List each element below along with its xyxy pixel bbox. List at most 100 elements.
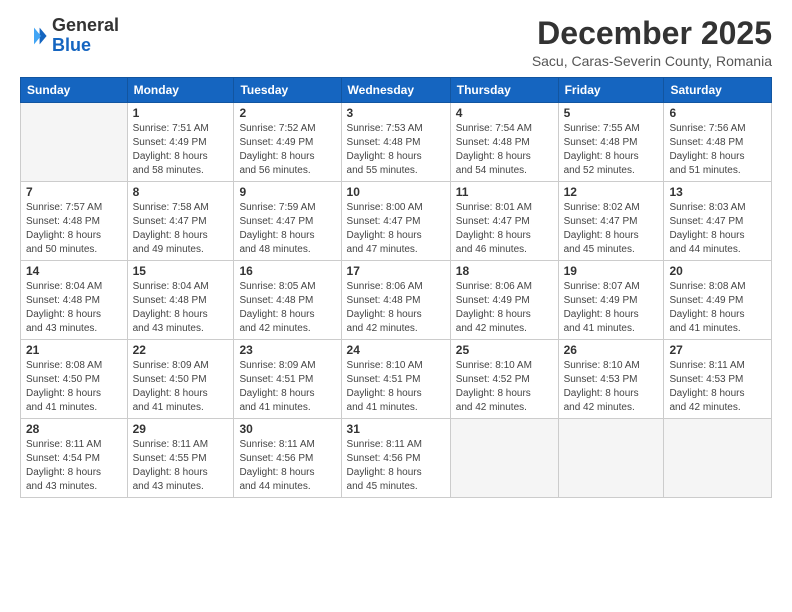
calendar-day-cell: 19Sunrise: 8:07 AMSunset: 4:49 PMDayligh… bbox=[558, 261, 664, 340]
calendar-day-cell: 23 Sunrise: 8:09 AMSunset: 4:51 PMDayligh… bbox=[234, 340, 341, 419]
calendar-day-cell: 1 Sunrise: 7:51 AMSunset: 4:49 PMDaylight… bbox=[127, 103, 234, 182]
day-info: Sunrise: 7:52 AMSunset: 4:49 PMDaylight:… bbox=[239, 122, 335, 178]
calendar-day-cell: 16 Sunrise: 8:05 AMSunset: 4:48 PMDayligh… bbox=[234, 261, 341, 340]
day-info: Sunrise: 7:59 AMSunset: 4:47 PMDaylight:… bbox=[239, 201, 335, 257]
page: General Blue December 2025 Sacu, Caras-S… bbox=[0, 0, 792, 612]
day-info: Sunrise: 8:11 AMSunset: 4:56 PMDaylight:… bbox=[347, 438, 445, 494]
calendar-header-row: SundayMondayTuesdayWednesdayThursdayFrid… bbox=[21, 78, 772, 103]
calendar: SundayMondayTuesdayWednesdayThursdayFrid… bbox=[20, 77, 772, 498]
calendar-day-cell: 14 Sunrise: 8:04 AMSunset: 4:48 PMDayligh… bbox=[21, 261, 128, 340]
day-info: Sunrise: 8:05 AMSunset: 4:48 PMDaylight:… bbox=[239, 280, 335, 336]
day-number: 8 bbox=[133, 185, 229, 199]
day-info: Sunrise: 8:04 AMSunset: 4:48 PMDaylight:… bbox=[133, 280, 229, 336]
day-info: Sunrise: 8:10 AMSunset: 4:52 PMDaylight:… bbox=[456, 359, 553, 415]
day-info: Sunrise: 8:11 AMSunset: 4:55 PMDaylight:… bbox=[133, 438, 229, 494]
day-number: 29 bbox=[133, 422, 229, 436]
calendar-day-header: Monday bbox=[127, 78, 234, 103]
calendar-day-cell: 30 Sunrise: 8:11 AMSunset: 4:56 PMDayligh… bbox=[234, 419, 341, 498]
day-number: 21 bbox=[26, 343, 122, 357]
calendar-week-row: 14 Sunrise: 8:04 AMSunset: 4:48 PMDayligh… bbox=[21, 261, 772, 340]
calendar-day-cell: 15 Sunrise: 8:04 AMSunset: 4:48 PMDayligh… bbox=[127, 261, 234, 340]
calendar-day-cell: 9 Sunrise: 7:59 AMSunset: 4:47 PMDaylight… bbox=[234, 182, 341, 261]
calendar-day-cell: 25 Sunrise: 8:10 AMSunset: 4:52 PMDayligh… bbox=[450, 340, 558, 419]
day-number: 19 bbox=[564, 264, 659, 278]
day-info: Sunrise: 7:56 AMSunset: 4:48 PMDaylight:… bbox=[669, 122, 766, 178]
day-number: 4 bbox=[456, 106, 553, 120]
day-number: 25 bbox=[456, 343, 553, 357]
day-info: Sunrise: 7:53 AMSunset: 4:48 PMDaylight:… bbox=[347, 122, 445, 178]
day-info: Sunrise: 7:58 AMSunset: 4:47 PMDaylight:… bbox=[133, 201, 229, 257]
day-info: Sunrise: 8:01 AMSunset: 4:47 PMDaylight:… bbox=[456, 201, 553, 257]
day-info: Sunrise: 8:08 AMSunset: 4:50 PMDaylight:… bbox=[26, 359, 122, 415]
day-number: 16 bbox=[239, 264, 335, 278]
main-title: December 2025 bbox=[532, 16, 772, 51]
day-number: 24 bbox=[347, 343, 445, 357]
day-info: Sunrise: 7:54 AMSunset: 4:48 PMDaylight:… bbox=[456, 122, 553, 178]
calendar-day-cell: 21 Sunrise: 8:08 AMSunset: 4:50 PMDayligh… bbox=[21, 340, 128, 419]
calendar-day-cell: 5 Sunrise: 7:55 AMSunset: 4:48 PMDaylight… bbox=[558, 103, 664, 182]
calendar-week-row: 1 Sunrise: 7:51 AMSunset: 4:49 PMDaylight… bbox=[21, 103, 772, 182]
day-number: 13 bbox=[669, 185, 766, 199]
calendar-day-cell: 7Sunrise: 7:57 AMSunset: 4:48 PMDaylight… bbox=[21, 182, 128, 261]
calendar-day-cell: 27 Sunrise: 8:11 AMSunset: 4:53 PMDayligh… bbox=[664, 340, 772, 419]
calendar-day-cell: 17 Sunrise: 8:06 AMSunset: 4:48 PMDayligh… bbox=[341, 261, 450, 340]
day-number: 1 bbox=[133, 106, 229, 120]
logo-text: General Blue bbox=[52, 16, 119, 56]
calendar-day-cell: 22 Sunrise: 8:09 AMSunset: 4:50 PMDayligh… bbox=[127, 340, 234, 419]
day-info: Sunrise: 8:06 AMSunset: 4:48 PMDaylight:… bbox=[347, 280, 445, 336]
day-info: Sunrise: 8:11 AMSunset: 4:56 PMDaylight:… bbox=[239, 438, 335, 494]
day-number: 27 bbox=[669, 343, 766, 357]
calendar-day-cell bbox=[664, 419, 772, 498]
day-number: 18 bbox=[456, 264, 553, 278]
calendar-day-cell: 28Sunrise: 8:11 AMSunset: 4:54 PMDayligh… bbox=[21, 419, 128, 498]
day-number: 23 bbox=[239, 343, 335, 357]
calendar-day-cell: 3 Sunrise: 7:53 AMSunset: 4:48 PMDaylight… bbox=[341, 103, 450, 182]
day-info: Sunrise: 8:10 AMSunset: 4:53 PMDaylight:… bbox=[564, 359, 659, 415]
calendar-week-row: 7Sunrise: 7:57 AMSunset: 4:48 PMDaylight… bbox=[21, 182, 772, 261]
day-info: Sunrise: 8:00 AMSunset: 4:47 PMDaylight:… bbox=[347, 201, 445, 257]
calendar-day-cell: 8 Sunrise: 7:58 AMSunset: 4:47 PMDaylight… bbox=[127, 182, 234, 261]
day-number: 17 bbox=[347, 264, 445, 278]
calendar-day-header: Tuesday bbox=[234, 78, 341, 103]
day-info: Sunrise: 8:02 AMSunset: 4:47 PMDaylight:… bbox=[564, 201, 659, 257]
calendar-day-cell bbox=[21, 103, 128, 182]
calendar-day-cell: 26 Sunrise: 8:10 AMSunset: 4:53 PMDayligh… bbox=[558, 340, 664, 419]
logo-icon bbox=[20, 22, 48, 50]
calendar-day-cell: 31Sunrise: 8:11 AMSunset: 4:56 PMDayligh… bbox=[341, 419, 450, 498]
calendar-day-cell: 20 Sunrise: 8:08 AMSunset: 4:49 PMDayligh… bbox=[664, 261, 772, 340]
calendar-day-cell bbox=[450, 419, 558, 498]
calendar-day-cell: 29 Sunrise: 8:11 AMSunset: 4:55 PMDayligh… bbox=[127, 419, 234, 498]
day-number: 14 bbox=[26, 264, 122, 278]
day-number: 6 bbox=[669, 106, 766, 120]
day-number: 22 bbox=[133, 343, 229, 357]
calendar-day-cell: 2Sunrise: 7:52 AMSunset: 4:49 PMDaylight… bbox=[234, 103, 341, 182]
subtitle: Sacu, Caras-Severin County, Romania bbox=[532, 53, 772, 69]
header: General Blue December 2025 Sacu, Caras-S… bbox=[20, 16, 772, 69]
day-number: 12 bbox=[564, 185, 659, 199]
day-number: 15 bbox=[133, 264, 229, 278]
calendar-day-cell: 24Sunrise: 8:10 AMSunset: 4:51 PMDayligh… bbox=[341, 340, 450, 419]
day-info: Sunrise: 8:11 AMSunset: 4:53 PMDaylight:… bbox=[669, 359, 766, 415]
day-info: Sunrise: 8:08 AMSunset: 4:49 PMDaylight:… bbox=[669, 280, 766, 336]
day-number: 3 bbox=[347, 106, 445, 120]
day-number: 9 bbox=[239, 185, 335, 199]
calendar-day-cell: 11Sunrise: 8:01 AMSunset: 4:47 PMDayligh… bbox=[450, 182, 558, 261]
logo-line1: General bbox=[52, 15, 119, 35]
calendar-day-header: Sunday bbox=[21, 78, 128, 103]
day-number: 26 bbox=[564, 343, 659, 357]
day-number: 5 bbox=[564, 106, 659, 120]
logo: General Blue bbox=[20, 16, 119, 56]
calendar-day-cell bbox=[558, 419, 664, 498]
day-info: Sunrise: 8:09 AMSunset: 4:50 PMDaylight:… bbox=[133, 359, 229, 415]
calendar-day-cell: 4 Sunrise: 7:54 AMSunset: 4:48 PMDaylight… bbox=[450, 103, 558, 182]
day-info: Sunrise: 7:55 AMSunset: 4:48 PMDaylight:… bbox=[564, 122, 659, 178]
day-number: 20 bbox=[669, 264, 766, 278]
day-info: Sunrise: 8:04 AMSunset: 4:48 PMDaylight:… bbox=[26, 280, 122, 336]
title-block: December 2025 Sacu, Caras-Severin County… bbox=[532, 16, 772, 69]
day-info: Sunrise: 8:03 AMSunset: 4:47 PMDaylight:… bbox=[669, 201, 766, 257]
day-number: 30 bbox=[239, 422, 335, 436]
day-info: Sunrise: 8:09 AMSunset: 4:51 PMDaylight:… bbox=[239, 359, 335, 415]
calendar-day-cell: 12 Sunrise: 8:02 AMSunset: 4:47 PMDayligh… bbox=[558, 182, 664, 261]
day-info: Sunrise: 7:57 AMSunset: 4:48 PMDaylight:… bbox=[26, 201, 122, 257]
day-info: Sunrise: 7:51 AMSunset: 4:49 PMDaylight:… bbox=[133, 122, 229, 178]
